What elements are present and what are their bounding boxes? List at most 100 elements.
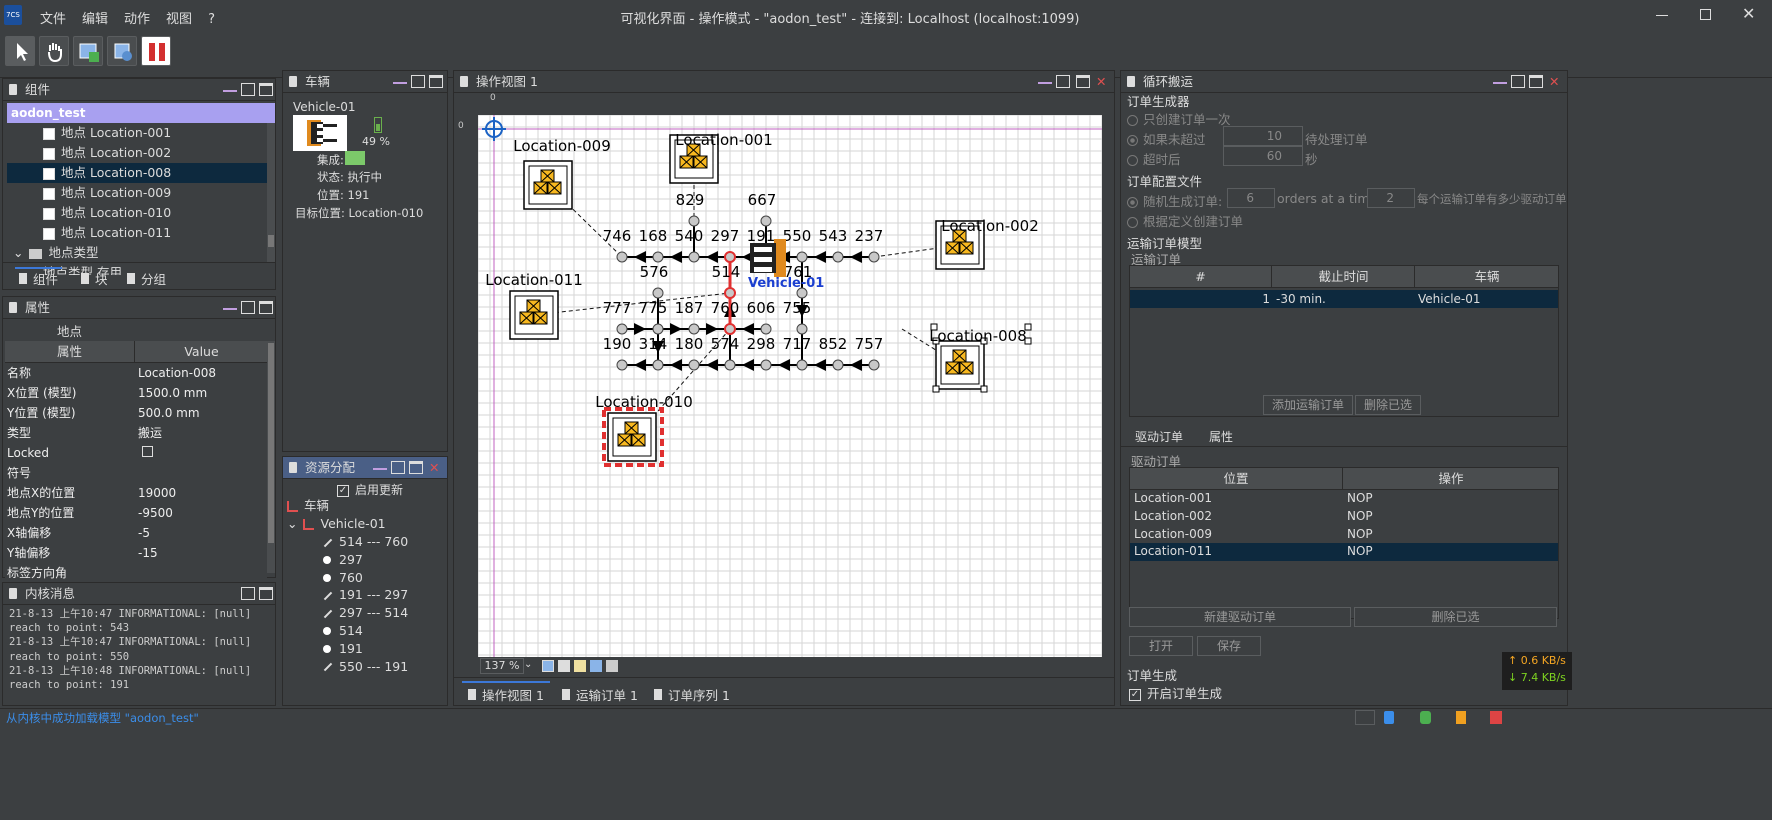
float-panel-icon[interactable] [411,75,425,88]
path-point[interactable] [652,323,664,335]
path-point[interactable] [652,251,664,263]
path-point[interactable] [724,323,736,335]
path-point[interactable] [796,323,808,335]
grid-toggle-icon[interactable] [542,660,554,672]
property-row[interactable]: 类型 搬运 [5,423,267,443]
float-panel-icon[interactable] [1056,75,1070,88]
float-panel-icon[interactable] [241,587,255,600]
delete-selected-drive-button[interactable]: 删除已选 [1354,607,1557,627]
property-value[interactable]: 500.0 mm [138,403,266,423]
close-panel-icon[interactable]: ✕ [1096,71,1106,93]
tab-blocks[interactable]: 块 [81,269,108,288]
tree-item-selected[interactable]: 地点 Location-008 [7,163,271,183]
property-value[interactable]: -15 [138,543,266,563]
minimize-panel-icon[interactable] [223,301,237,310]
menu-help[interactable]: ? [208,12,215,27]
resource-item[interactable]: 550 --- 191 [287,658,447,676]
tab-properties[interactable]: 属性 [1209,428,1233,445]
selection-handle[interactable] [980,385,988,393]
enable-gen-checkbox[interactable]: ✓ 开启订单生成 [1129,683,1222,702]
tree-item[interactable]: 地点 Location-001 [7,123,271,143]
timeout-spinner[interactable]: 60 [1223,146,1303,166]
menu-view[interactable]: 视图 [166,12,192,27]
zoom-dropdown-icon[interactable]: ⌄ [524,659,532,670]
tab-groups[interactable]: 分组 [127,269,166,288]
path-point[interactable] [796,359,808,371]
figure-toggle-icon[interactable] [590,660,602,672]
path-point[interactable] [724,287,736,299]
resource-item[interactable]: 297 --- 514 [287,604,447,622]
property-row[interactable]: 名称 Location-008 [5,363,267,383]
tray-calendar-icon[interactable] [1490,711,1502,724]
resource-item[interactable]: 297 [287,551,447,569]
chevron-down-icon[interactable]: ⌄ [13,245,23,260]
path-point[interactable] [796,251,808,263]
tree-folder[interactable]: ⌄ 地点类型 [7,243,271,263]
float-panel-icon[interactable] [241,301,255,314]
security-icon[interactable] [1420,711,1431,724]
plant-canvas[interactable]: 746 168 540 297 191 550 543 237 190 314 180 574 298 7… [478,115,1102,657]
float-panel-icon[interactable] [1511,75,1525,88]
maximize-panel-icon[interactable] [1076,75,1090,88]
create-order-button[interactable] [73,36,103,66]
col-operation[interactable]: 操作 [1344,468,1558,490]
tray-app-icon[interactable] [1456,711,1466,724]
minimize-panel-icon[interactable] [1038,75,1052,84]
minimize-panel-icon[interactable] [223,83,237,92]
tree-item[interactable]: 地点 Location-011 [7,223,271,243]
create-peripheral-button[interactable] [107,36,137,66]
pause-all-button[interactable] [141,36,171,66]
maximize-button[interactable] [1700,9,1711,20]
resource-item[interactable]: 514 --- 760 [287,533,447,551]
tree-item[interactable]: 地点 Location-002 [7,143,271,163]
tab-operation-view[interactable]: 操作视图 1 [462,681,550,706]
path-point[interactable] [688,323,700,335]
property-row[interactable]: Y位置 (模型) 500.0 mm [5,403,267,423]
col-deadline[interactable]: 截止时间 [1273,266,1415,288]
property-row[interactable]: Locked [5,443,267,463]
maximize-panel-icon[interactable] [259,301,273,314]
drive-order-row[interactable]: Location-001 NOP [1130,490,1558,508]
path-point[interactable] [832,251,844,263]
property-row[interactable]: Y轴偏移 -15 [5,543,267,563]
property-row[interactable]: X轴偏移 -5 [5,523,267,543]
close-button[interactable]: ✕ [1742,4,1755,23]
path-point[interactable] [868,359,880,371]
opt-timeout-radio[interactable]: 超时后 [1127,149,1181,168]
property-row[interactable]: 符号 [5,463,267,483]
col-vehicle[interactable]: 车辆 [1416,266,1558,288]
minimize-panel-icon[interactable] [393,75,407,84]
enable-update-checkbox[interactable]: ✓ 启用更新 [337,481,403,498]
custom-radio[interactable]: 根据定义创建订单 [1127,211,1243,230]
table-row[interactable]: 1 -30 min. Vehicle-01 [1130,290,1558,308]
close-panel-icon[interactable]: ✕ [1549,71,1559,93]
path-point[interactable] [652,359,664,371]
ruler-toggle-icon[interactable] [558,660,570,672]
drive-order-row[interactable]: Location-009 NOP [1130,526,1558,544]
maximize-panel-icon[interactable] [259,83,273,96]
property-value[interactable]: 搬运 [138,423,266,443]
tab-order-sequence[interactable]: 订单序列 1 [650,683,734,706]
drive-order-row[interactable]: Location-011 NOP [1130,543,1558,562]
chevron-down-icon[interactable]: ⌄ [287,516,297,531]
minimize-panel-icon[interactable] [1493,75,1507,84]
bluetooth-icon[interactable] [1384,711,1394,724]
path-point[interactable] [688,359,700,371]
tab-transport-order[interactable]: 运输订单 1 [558,683,642,706]
property-row[interactable]: X位置 (模型) 1500.0 mm [5,383,267,403]
path-point[interactable] [724,251,736,263]
path-point[interactable] [616,359,628,371]
property-value[interactable]: 19000 [138,483,266,503]
path-point[interactable] [688,215,700,227]
scrollbar[interactable] [267,341,275,573]
drive-order-row[interactable]: Location-002 NOP [1130,508,1558,526]
resource-item[interactable]: 191 [287,640,447,658]
path-point[interactable] [760,215,772,227]
tree-root[interactable]: aodon_test [7,103,275,123]
canvas-scroll-right[interactable] [1102,111,1114,657]
close-panel-icon[interactable]: ✕ [429,457,439,479]
selection-handle[interactable] [932,385,940,393]
tree-item[interactable]: 地点 Location-009 [7,183,271,203]
zoom-fit-icon[interactable] [606,660,618,672]
path-point[interactable] [616,323,628,335]
